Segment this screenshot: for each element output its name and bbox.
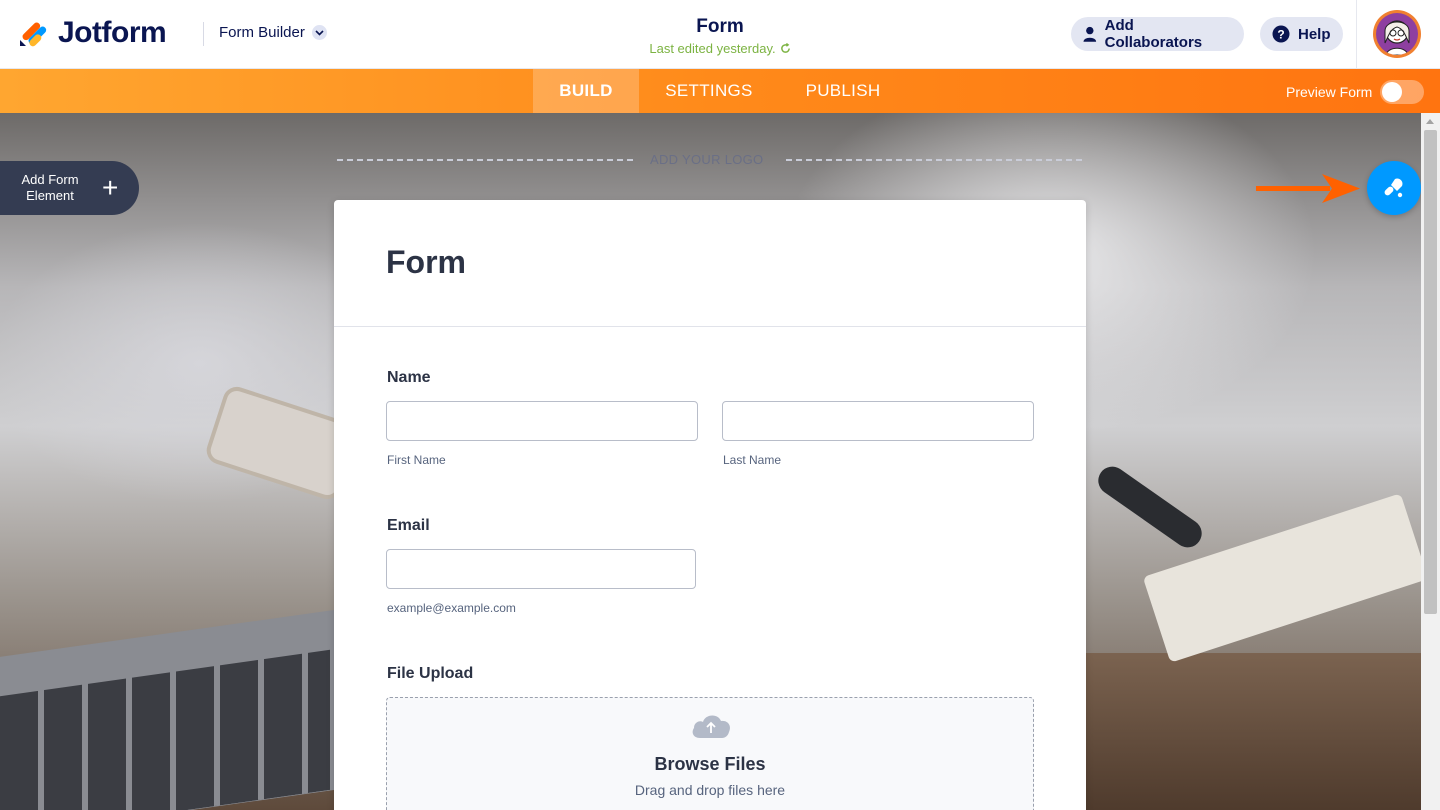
cloud-upload-icon — [692, 715, 731, 738]
add-collaborators-label: Add Collaborators — [1104, 17, 1203, 51]
paint-roller-icon — [1384, 178, 1403, 198]
last-edited-status[interactable]: Last edited yesterday. — [540, 41, 900, 56]
scroll-thumb[interactable] — [1424, 130, 1437, 614]
drag-drop-hint: Drag and drop files here — [634, 782, 786, 798]
add-form-element-button[interactable]: Add Form Element + — [0, 161, 139, 215]
form-canvas: ADD YOUR LOGO Add Form Element + Form Na… — [0, 113, 1421, 810]
chevron-down-icon — [311, 25, 327, 40]
canvas-scrollbar[interactable] — [1421, 113, 1440, 810]
form-title[interactable]: Form — [540, 16, 900, 38]
preview-form-toggle[interactable]: Preview Form — [1286, 80, 1425, 104]
preview-form-label: Preview Form — [1286, 84, 1373, 100]
background-pen — [1092, 461, 1208, 553]
add-collaborators-button[interactable]: Add Collaborators — [1071, 17, 1244, 51]
avatar-image — [1376, 13, 1418, 55]
builder-label: Form Builder — [219, 24, 305, 41]
last-edited-text: Last edited yesterday. — [649, 41, 776, 56]
add-form-element-label: Add Form Element — [21, 172, 79, 203]
last-name-sublabel: Last Name — [723, 453, 782, 467]
help-label: Help — [1298, 25, 1331, 43]
add-logo-placeholder[interactable]: ADD YOUR LOGO — [650, 152, 763, 167]
tab-build[interactable]: BUILD — [533, 69, 639, 113]
form-title-block: Form Last edited yesterday. — [540, 16, 900, 56]
help-icon: ? — [1272, 25, 1290, 43]
form-header[interactable]: Form — [334, 200, 1086, 327]
header-divider — [203, 22, 204, 46]
help-button[interactable]: ? Help — [1260, 17, 1343, 51]
logo-dash-right — [786, 159, 1082, 161]
file-upload-dropzone[interactable]: Browse Files Drag and drop files here — [386, 697, 1034, 810]
plus-icon: + — [102, 172, 119, 203]
email-input[interactable] — [386, 549, 696, 589]
builder-nav: BUILD SETTINGS PUBLISH Preview Form — [0, 69, 1440, 113]
first-name-input[interactable] — [386, 401, 698, 441]
background-wood — [1086, 653, 1421, 810]
jotform-logo[interactable]: Jotform — [18, 16, 167, 50]
email-label[interactable]: Email — [387, 517, 430, 535]
form-designer-button[interactable] — [1367, 161, 1421, 215]
name-label[interactable]: Name — [387, 369, 431, 387]
first-name-sublabel: First Name — [387, 453, 446, 467]
browse-files-title[interactable]: Browse Files — [387, 754, 1033, 775]
avatar[interactable] — [1373, 10, 1421, 58]
refresh-icon — [780, 43, 790, 53]
svg-text:?: ? — [1277, 28, 1284, 42]
builder-dropdown[interactable]: Form Builder — [219, 24, 327, 41]
email-sublabel: example@example.com — [387, 601, 516, 615]
user-icon — [1083, 26, 1097, 42]
arrow-pointer-icon — [1256, 174, 1360, 203]
logo-dash-left — [337, 159, 633, 161]
preview-toggle-switch[interactable] — [1380, 80, 1425, 104]
brand-name: Jotform — [58, 16, 167, 49]
top-header: Jotform Form Builder Form Last edited ye… — [0, 0, 1440, 69]
file-upload-label[interactable]: File Upload — [387, 665, 473, 683]
jotform-logo-icon — [20, 22, 47, 47]
scroll-up-arrow[interactable] — [1426, 119, 1434, 124]
last-name-input[interactable] — [722, 401, 1034, 441]
form-card: Form Name First Name Last Name Email exa… — [334, 200, 1086, 810]
tab-settings[interactable]: SETTINGS — [653, 69, 765, 113]
toggle-knob — [1382, 82, 1403, 102]
form-heading[interactable]: Form — [386, 244, 466, 281]
tab-publish[interactable]: PUBLISH — [795, 69, 891, 113]
account-area — [1356, 0, 1440, 69]
